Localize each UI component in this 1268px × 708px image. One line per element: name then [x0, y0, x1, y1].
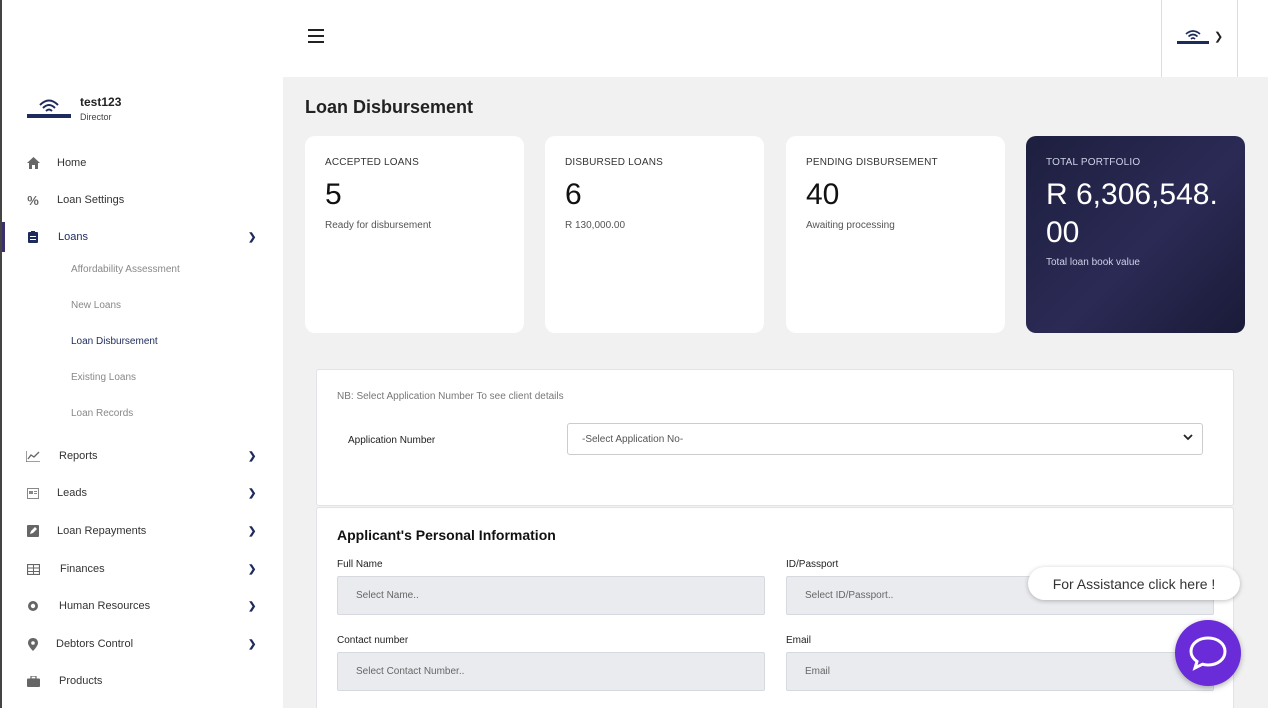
- leads-icon: [26, 486, 40, 500]
- percent-icon: %: [27, 192, 39, 208]
- chevron-right-icon: ❯: [248, 231, 257, 243]
- sidebar-item-loan-repayments[interactable]: Loan Repayments ❯: [2, 516, 283, 546]
- circle-icon: [26, 599, 40, 613]
- sidebar-subitem-existing-loans[interactable]: Existing Loans: [71, 372, 136, 383]
- contact-number-label: Contact number: [337, 635, 409, 646]
- sidebar-item-human-resources[interactable]: Human Resources ❯: [2, 591, 283, 621]
- home-icon: [26, 156, 40, 170]
- application-note: NB: Select Application Number To see cli…: [337, 391, 564, 402]
- table-icon: [26, 562, 40, 576]
- page-title: Loan Disbursement: [305, 97, 474, 117]
- sidebar-item-finances[interactable]: Finances ❯: [2, 554, 283, 584]
- full-name-label: Full Name: [337, 559, 383, 570]
- sidebar-subitem-affordability[interactable]: Affordability Assessment: [71, 264, 180, 275]
- chart-icon: [26, 449, 40, 463]
- sidebar-subitem-loan-disbursement[interactable]: Loan Disbursement: [71, 336, 158, 347]
- chevron-right-icon: ❯: [248, 450, 257, 462]
- chevron-down-icon: ❯: [1214, 31, 1224, 43]
- location-pin-icon: [26, 637, 40, 651]
- stat-card-disbursed: DISBURSED LOANS 6 R 130,000.00: [545, 136, 764, 333]
- chevron-right-icon: ❯: [248, 525, 257, 537]
- chat-bubble-icon: [1189, 636, 1227, 671]
- chevron-right-icon: ❯: [248, 638, 257, 650]
- sidebar-item-leads[interactable]: Leads ❯: [2, 478, 283, 508]
- stat-card-accepted: ACCEPTED LOANS 5 Ready for disbursement: [305, 136, 524, 333]
- chat-button[interactable]: [1175, 620, 1241, 686]
- sidebar-item-home[interactable]: Home: [2, 148, 283, 178]
- card-subtext: Awaiting processing: [806, 219, 895, 231]
- application-number-select[interactable]: -Select Application No-: [567, 423, 1203, 455]
- stat-card-pending: PENDING DISBURSEMENT 40 Awaiting process…: [786, 136, 1005, 333]
- card-label: DISBURSED LOANS: [565, 157, 664, 168]
- card-label: PENDING DISBURSEMENT: [806, 157, 938, 168]
- card-subtext: Total loan book value: [1046, 257, 1140, 268]
- sidebar-item-loans[interactable]: Loans ❯: [2, 222, 283, 252]
- sidebar-item-reports[interactable]: Reports ❯: [2, 441, 283, 471]
- card-value: 40: [806, 178, 840, 211]
- sidebar: test123 Director Home % Loan Settings Lo…: [2, 77, 283, 708]
- chevron-right-icon: ❯: [248, 563, 257, 575]
- user-role: Director: [80, 112, 112, 122]
- sidebar-subitem-loan-records[interactable]: Loan Records: [71, 408, 133, 419]
- application-panel: NB: Select Application Number To see cli…: [316, 369, 1234, 506]
- stat-card-total-portfolio: TOTAL PORTFOLIO R 6,306,548.00 Total loa…: [1026, 136, 1245, 333]
- sidebar-subitem-new-loans[interactable]: New Loans: [71, 300, 121, 311]
- card-value: R 6,306,548.00: [1046, 178, 1218, 249]
- sidebar-item-products[interactable]: Products: [2, 666, 283, 696]
- connector-logo-icon: [27, 99, 71, 118]
- sidebar-item-loan-settings[interactable]: % Loan Settings: [2, 185, 283, 215]
- chevron-right-icon: ❯: [248, 487, 257, 499]
- section-title: Applicant's Personal Information: [337, 527, 556, 543]
- chevron-down-icon: [1183, 433, 1193, 444]
- hamburger-icon[interactable]: [308, 29, 324, 45]
- chevron-right-icon: ❯: [248, 600, 257, 612]
- card-subtext: R 130,000.00: [565, 219, 626, 231]
- sidebar-item-debtors-control[interactable]: Debtors Control ❯: [2, 629, 283, 659]
- card-value: 5: [325, 178, 342, 211]
- card-value: 6: [565, 178, 582, 211]
- user-profile: test123 Director: [26, 95, 121, 122]
- clipboard-icon: [26, 230, 40, 244]
- card-label: ACCEPTED LOANS: [325, 157, 419, 168]
- edit-icon: [26, 524, 40, 538]
- full-name-input[interactable]: Select Name..: [337, 576, 765, 615]
- card-label: TOTAL PORTFOLIO: [1046, 157, 1141, 168]
- briefcase-icon: [26, 674, 40, 688]
- selected-value: -Select Application No-: [582, 433, 684, 445]
- application-number-label: Application Number: [348, 435, 436, 446]
- profile-menu[interactable]: ❯: [1161, 0, 1238, 77]
- window-left-edge: [0, 0, 2, 708]
- email-input[interactable]: Email: [786, 652, 1214, 691]
- email-label: Email: [786, 635, 812, 646]
- card-subtext: Ready for disbursement: [325, 219, 432, 231]
- personal-info-panel: Applicant's Personal Information Full Na…: [316, 507, 1234, 708]
- id-passport-label: ID/Passport: [786, 559, 839, 570]
- assistance-prompt[interactable]: For Assistance click here !: [1028, 567, 1240, 600]
- top-bar: ❯: [0, 0, 1268, 77]
- connector-logo-icon: [1177, 30, 1209, 44]
- contact-number-input[interactable]: Select Contact Number..: [337, 652, 765, 691]
- user-name: test123: [80, 95, 122, 109]
